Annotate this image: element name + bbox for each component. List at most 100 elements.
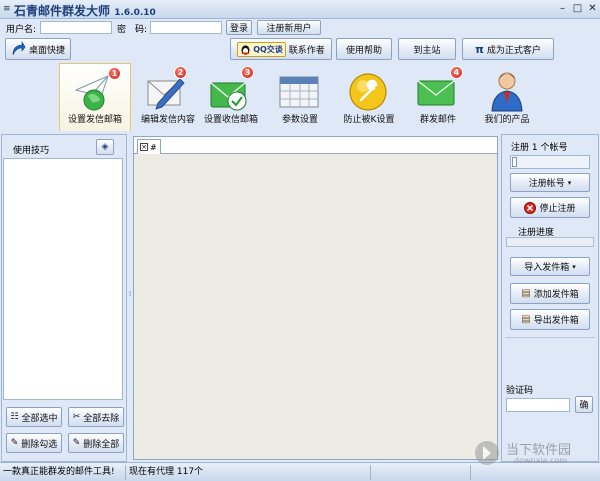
login-bar: 用户名: 密 码: 登录 注册新用户 <box>0 19 600 36</box>
contact-author-label: 联系作者 <box>288 45 325 56</box>
export-box-icon: ▤ <box>521 314 531 325</box>
stop-icon <box>524 201 537 214</box>
tab-our-products[interactable]: 我们的产品 <box>471 63 543 131</box>
collapse-tips-button[interactable]: ◈ <box>96 139 114 155</box>
remove-all-label: 全部去除 <box>83 413 120 424</box>
step-badge: 2 <box>174 66 187 79</box>
close-icon[interactable]: ✕ <box>585 2 600 16</box>
step-badge: 3 <box>241 66 254 79</box>
add-sender-button[interactable]: ▤ 添加发件箱 <box>510 283 590 304</box>
system-menu-icon[interactable]: ≡ <box>3 4 11 14</box>
chevron-down-icon: ▾ <box>572 262 576 271</box>
watermark-logo <box>475 441 499 465</box>
wrench-icon <box>349 73 387 111</box>
tab-anti-block-settings-label: 防止被K设置 <box>343 115 395 125</box>
captcha-image-area <box>505 337 595 377</box>
register-panel: 注册 1 个帐号 注册帐号 ▾ 停止注册 注册进度 导入发件箱 ▾ ▤ 添加发件… <box>501 134 599 462</box>
double-chevron-icon: ◈ <box>101 142 109 152</box>
status-slogan: 一款真正能群发的邮件工具! <box>0 465 126 480</box>
export-sender-label: 导出发件箱 <box>533 316 579 326</box>
tab-close-icon[interactable]: × <box>140 143 148 151</box>
stop-register-button[interactable]: 停止注册 <box>510 197 590 218</box>
document-tab-label: # <box>150 142 157 152</box>
help-button[interactable]: 使用帮助 <box>336 38 392 60</box>
select-all-icon: ☷ <box>10 412 19 422</box>
document-tab[interactable]: × # <box>137 139 161 154</box>
tab-send-mailbox-label: 设置发信邮箱 <box>67 115 122 125</box>
delete-all-label: 删除全部 <box>83 439 120 450</box>
qq-chat-badge: QQ交谈 <box>237 41 286 57</box>
chevron-down-icon: ▾ <box>567 178 572 187</box>
captcha-confirm-button[interactable]: 确 <box>575 396 593 413</box>
register-user-button[interactable]: 注册新用户 <box>257 20 321 35</box>
pi-icon: π <box>475 42 484 56</box>
tab-mass-mail[interactable]: 4 群发邮件 <box>402 63 474 131</box>
tab-parameter-settings[interactable]: 参数设置 <box>264 63 336 131</box>
watermark: 当下软件园 downxia.com <box>474 438 598 468</box>
export-sender-button[interactable]: ▤ 导出发件箱 <box>510 309 590 330</box>
status-proxy: 现在有代理 117个 <box>126 465 371 480</box>
qq-penguin-icon <box>241 44 250 55</box>
tab-mass-mail-label: 群发邮件 <box>419 115 456 125</box>
tab-send-mailbox[interactable]: 1 设置发信邮箱 <box>59 63 131 131</box>
import-sender-dropdown[interactable]: 导入发件箱 ▾ <box>510 257 590 276</box>
step-badge: 1 <box>108 67 121 80</box>
eraser-icon: ✎ <box>72 438 81 448</box>
document-tab-strip: × # <box>134 137 497 154</box>
tab-edit-content[interactable]: 2 编辑发信内容 <box>132 63 204 131</box>
username-input[interactable] <box>40 21 112 34</box>
stop-register-label: 停止注册 <box>539 204 576 214</box>
register-progress-bar <box>506 237 594 247</box>
eraser-icon: ✎ <box>10 438 19 448</box>
add-sender-label: 添加发件箱 <box>533 290 579 300</box>
app-version: 1.6.0.10 <box>114 8 156 18</box>
delete-checked-button[interactable]: ✎ 删除勾选 <box>6 433 62 453</box>
delete-checked-label: 删除勾选 <box>21 439 58 450</box>
maximize-icon[interactable]: □ <box>570 2 585 16</box>
register-count-slider[interactable] <box>510 155 590 169</box>
toolbar: 桌面快捷 QQ交谈 联系作者 使用帮助 到主站 π 成为正式客户 <box>0 36 600 63</box>
register-count-label: 注册 1 个帐号 <box>511 143 568 153</box>
contact-author-button[interactable]: QQ交谈 联系作者 <box>230 38 332 60</box>
watermark-url: downxia.com <box>514 456 568 465</box>
app-name: 石青邮件群发大师 <box>14 4 111 18</box>
add-box-icon: ▤ <box>521 288 531 299</box>
username-label: 用户名: <box>6 25 37 35</box>
module-tabs: 1 设置发信邮箱 2 编辑发信内容 3 设置收信邮箱 参数设置 防止被K设置 4… <box>0 63 600 132</box>
shortcut-arrow-icon <box>12 41 26 56</box>
document-area[interactable]: × # <box>133 136 498 460</box>
desktop-shortcut-button[interactable]: 桌面快捷 <box>5 38 71 60</box>
tab-edit-content-label: 编辑发信内容 <box>140 115 195 125</box>
register-accounts-dropdown[interactable]: 注册帐号 ▾ <box>510 173 590 192</box>
tips-list[interactable] <box>3 158 123 400</box>
select-all-label: 全部选中 <box>21 413 58 424</box>
person-icon <box>491 72 523 112</box>
upgrade-button[interactable]: π 成为正式客户 <box>462 38 554 60</box>
password-input[interactable] <box>150 21 222 34</box>
login-button[interactable]: 登录 <box>226 20 252 35</box>
desktop-shortcut-label: 桌面快捷 <box>29 45 66 56</box>
window-title: 石青邮件群发大师 1.6.0.10 <box>14 2 156 19</box>
register-accounts-label: 注册帐号 <box>528 179 565 189</box>
delete-all-button[interactable]: ✎ 删除全部 <box>68 433 124 453</box>
captcha-input[interactable] <box>506 398 570 412</box>
home-site-button[interactable]: 到主站 <box>398 38 456 60</box>
tab-receive-mailbox[interactable]: 3 设置收信邮箱 <box>195 63 267 131</box>
status-empty-cell <box>371 465 471 480</box>
tips-title: 使用技巧 <box>13 146 50 156</box>
qq-chat-label: QQ交谈 <box>253 44 283 54</box>
minimize-icon[interactable]: – <box>555 2 570 16</box>
tab-parameter-settings-label: 参数设置 <box>281 115 318 125</box>
remove-all-button[interactable]: ✂ 全部去除 <box>68 407 124 427</box>
slider-thumb[interactable] <box>512 157 517 167</box>
captcha-label: 验证码 <box>506 386 534 396</box>
title-bar: ≡ 石青邮件群发大师 1.6.0.10 – □ ✕ <box>0 0 600 19</box>
password-label: 密 码: <box>117 25 148 35</box>
select-all-button[interactable]: ☷ 全部选中 <box>6 407 62 427</box>
import-sender-label: 导入发件箱 <box>524 263 570 273</box>
tab-anti-block-settings[interactable]: 防止被K设置 <box>333 63 405 131</box>
remove-all-icon: ✂ <box>72 412 81 422</box>
tab-receive-mailbox-label: 设置收信邮箱 <box>203 115 258 125</box>
splitter-handle[interactable]: ⁞ <box>129 290 131 302</box>
upgrade-label: 成为正式客户 <box>486 45 541 56</box>
